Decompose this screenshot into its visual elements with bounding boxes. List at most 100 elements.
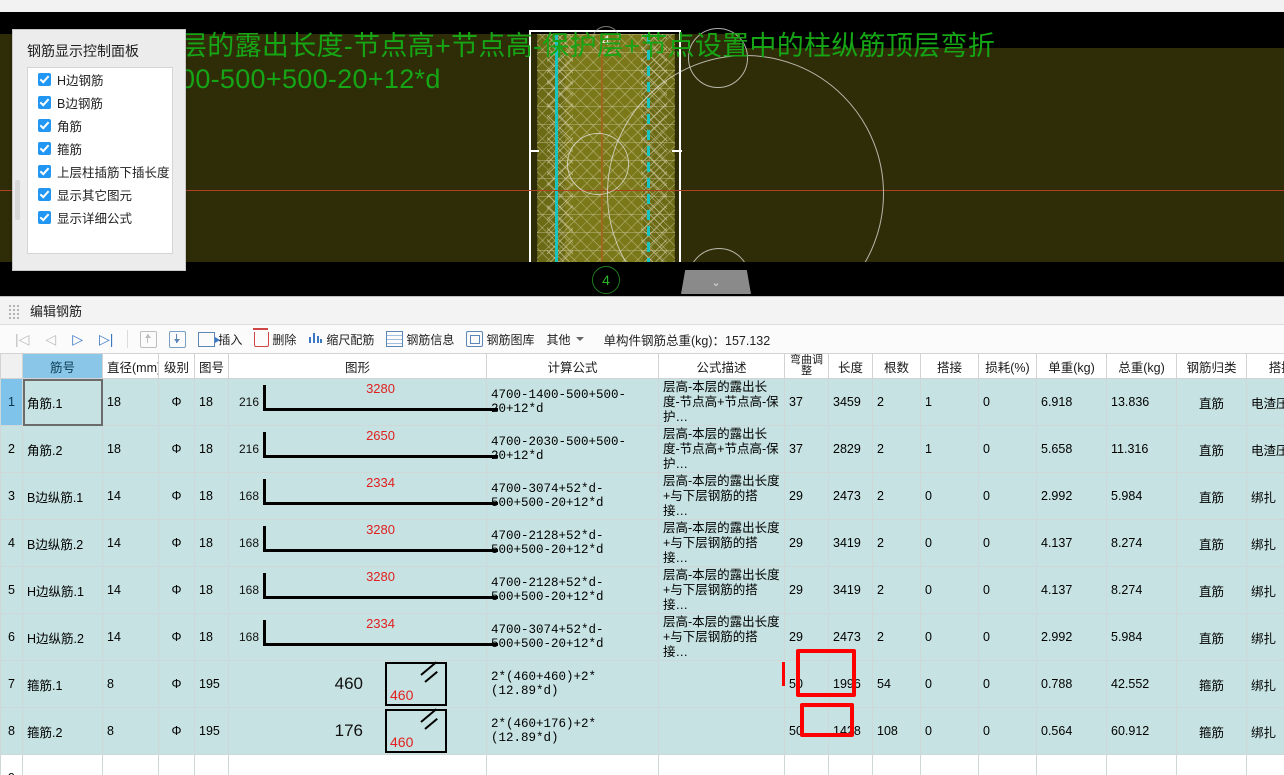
cell-grade[interactable]: Φ <box>158 707 195 755</box>
cell-diameter[interactable]: 14 <box>102 519 159 567</box>
cell-total-weight[interactable]: 5.984 <box>1106 613 1177 661</box>
checkbox-row-corner-rebar[interactable]: 角筋 <box>28 114 172 137</box>
cell-rebar-name[interactable]: 箍筋.2 <box>22 707 103 755</box>
cell-formula[interactable]: 4700-2128+52*d-500+500-20+12*d <box>486 566 659 614</box>
grid-body[interactable]: 1 角筋.1 18 Φ 18 216 3280 4700-1400-500+500-20+12… <box>0 378 1284 775</box>
cell-empty[interactable] <box>1106 754 1177 775</box>
cell-length[interactable]: 2473 <box>828 613 873 661</box>
cell-lap-form[interactable]: 绑扎 <box>1246 660 1284 708</box>
column-header-loss[interactable]: 损耗(%) <box>978 353 1037 379</box>
cell-shape[interactable]: 168 2334 <box>228 613 499 661</box>
cell-unit-weight[interactable]: 0.564 <box>1036 707 1107 755</box>
cell-diameter[interactable]: 14 <box>102 566 159 614</box>
cell-count[interactable]: 2 <box>872 519 921 567</box>
cell-lap[interactable]: 1 <box>920 425 979 473</box>
cell-category[interactable]: 直筋 <box>1176 566 1247 614</box>
cell-empty[interactable] <box>784 754 829 775</box>
row-number-cell[interactable]: 5 <box>0 566 23 614</box>
cell-figure-no[interactable]: 18 <box>194 378 229 426</box>
cell-formula[interactable]: 4700-3074+52*d-500+500-20+12*d <box>486 613 659 661</box>
cell-empty[interactable] <box>978 754 1037 775</box>
cell-empty[interactable] <box>658 754 785 775</box>
cell-formula[interactable]: 4700-2030-500+500-20+12*d <box>486 425 659 473</box>
cell-empty[interactable] <box>920 754 979 775</box>
rebar-grid-container[interactable]: 筋号 直径(mm) 级别 图号 图形 计算公式 公式描述 弯曲调整 长度 根数 … <box>0 353 1284 775</box>
cell-lap-form[interactable]: 绑扎 <box>1246 472 1284 520</box>
column-header-total-weight[interactable]: 总重(kg) <box>1106 353 1177 379</box>
3d-model-viewport[interactable]: 4 4 ⌄ 层的露出长度-节点高+节点高-保护层+节点设置中的柱纵筋顶层弯折 0… <box>0 0 1284 296</box>
rebar-grid[interactable]: 筋号 直径(mm) 级别 图号 图形 计算公式 公式描述 弯曲调整 长度 根数 … <box>0 353 1284 775</box>
row-number-cell[interactable]: 4 <box>0 519 23 567</box>
row-number-cell[interactable]: 9 <box>0 754 23 775</box>
cell-rebar-name[interactable]: H边纵筋.1 <box>22 566 103 614</box>
cell-count[interactable]: 2 <box>872 566 921 614</box>
cell-empty[interactable] <box>1246 754 1284 775</box>
cell-shape[interactable]: 216 3280 <box>228 378 499 426</box>
rebar-display-control-panel[interactable]: 钢筋显示控制面板 H边钢筋 B边钢筋 角筋 箍筋 上层柱插筋下插长度 显示其它图… <box>12 29 186 271</box>
cell-bend-adjust[interactable]: 50 <box>784 707 829 755</box>
cell-category[interactable]: 直筋 <box>1176 472 1247 520</box>
row-number-cell[interactable]: 8 <box>0 707 23 755</box>
cell-figure-no[interactable]: 18 <box>194 425 229 473</box>
cell-bend-adjust[interactable]: 50 <box>784 660 829 708</box>
cell-category[interactable]: 直筋 <box>1176 425 1247 473</box>
column-header-lap-form[interactable]: 搭接形 <box>1246 353 1284 379</box>
cell-count[interactable]: 108 <box>872 707 921 755</box>
cell-shape[interactable]: 168 3280 <box>228 519 499 567</box>
checkbox-icon[interactable] <box>38 211 51 224</box>
cell-grade[interactable]: Φ <box>158 425 195 473</box>
cell-unit-weight[interactable]: 4.137 <box>1036 566 1107 614</box>
cell-lap[interactable]: 0 <box>920 566 979 614</box>
cell-unit-weight[interactable]: 0.788 <box>1036 660 1107 708</box>
cell-formula[interactable]: 4700-2128+52*d-500+500-20+12*d <box>486 519 659 567</box>
row-number-cell[interactable]: 3 <box>0 472 23 520</box>
previous-record-icon[interactable]: ◁ <box>38 331 63 348</box>
cell-empty[interactable] <box>194 754 229 775</box>
next-record-icon[interactable]: ▷ <box>65 331 90 348</box>
editor-title-bar[interactable]: 编辑钢筋 <box>0 297 1284 325</box>
table-row-empty[interactable]: 9 <box>0 754 1284 775</box>
checkbox-icon[interactable] <box>38 188 51 201</box>
cell-description[interactable]: 层高-本层的露出长度-节点高+节点高-保护… <box>658 378 785 426</box>
cell-empty[interactable] <box>102 754 159 775</box>
cell-grade[interactable]: Φ <box>158 519 195 567</box>
cell-unit-weight[interactable]: 2.992 <box>1036 472 1107 520</box>
cell-loss[interactable]: 0 <box>978 613 1037 661</box>
cell-empty[interactable] <box>228 754 487 775</box>
column-header-unit-weight[interactable]: 单重(kg) <box>1036 353 1107 379</box>
cell-count[interactable]: 2 <box>872 472 921 520</box>
table-row[interactable]: 3 B边纵筋.1 14 Φ 18 168 2334 4700-3074+52*d-500+50… <box>0 472 1284 520</box>
cell-diameter[interactable]: 8 <box>102 660 159 708</box>
cell-unit-weight[interactable]: 6.918 <box>1036 378 1107 426</box>
cell-length[interactable]: 3419 <box>828 566 873 614</box>
checkbox-icon[interactable] <box>38 165 51 178</box>
cell-diameter[interactable]: 18 <box>102 425 159 473</box>
cell-bend-adjust[interactable]: 37 <box>784 425 829 473</box>
cell-lap[interactable]: 0 <box>920 707 979 755</box>
rebar-info-button[interactable]: 钢筋信息 <box>381 327 459 351</box>
cell-loss[interactable]: 0 <box>978 660 1037 708</box>
cell-category[interactable]: 直筋 <box>1176 519 1247 567</box>
cell-lap-form[interactable]: 绑扎 <box>1246 707 1284 755</box>
cell-rebar-name[interactable]: B边纵筋.2 <box>22 519 103 567</box>
cell-shape[interactable]: 216 2650 <box>228 425 499 473</box>
viewport-collapse-tab[interactable]: ⌄ <box>681 270 751 294</box>
cell-total-weight[interactable]: 42.552 <box>1106 660 1177 708</box>
cell-empty[interactable] <box>486 754 659 775</box>
cell-empty[interactable] <box>1036 754 1107 775</box>
cell-bend-adjust[interactable]: 29 <box>784 472 829 520</box>
cell-category[interactable]: 直筋 <box>1176 378 1247 426</box>
cell-loss[interactable]: 0 <box>978 566 1037 614</box>
column-header-description[interactable]: 公式描述 <box>658 353 785 379</box>
row-number-cell[interactable]: 1 <box>0 378 23 426</box>
cell-lap-form[interactable]: 电渣压力焊 <box>1246 378 1284 426</box>
cell-lap-form[interactable]: 绑扎 <box>1246 566 1284 614</box>
cell-bend-adjust[interactable]: 37 <box>784 378 829 426</box>
cell-count[interactable]: 2 <box>872 425 921 473</box>
cell-bend-adjust[interactable]: 29 <box>784 566 829 614</box>
cell-diameter[interactable]: 14 <box>102 613 159 661</box>
cell-shape[interactable]: 176 460 <box>228 707 487 755</box>
insert-button[interactable]: 插入 <box>193 327 247 351</box>
cell-lap-form[interactable]: 绑扎 <box>1246 613 1284 661</box>
cell-unit-weight[interactable]: 2.992 <box>1036 613 1107 661</box>
